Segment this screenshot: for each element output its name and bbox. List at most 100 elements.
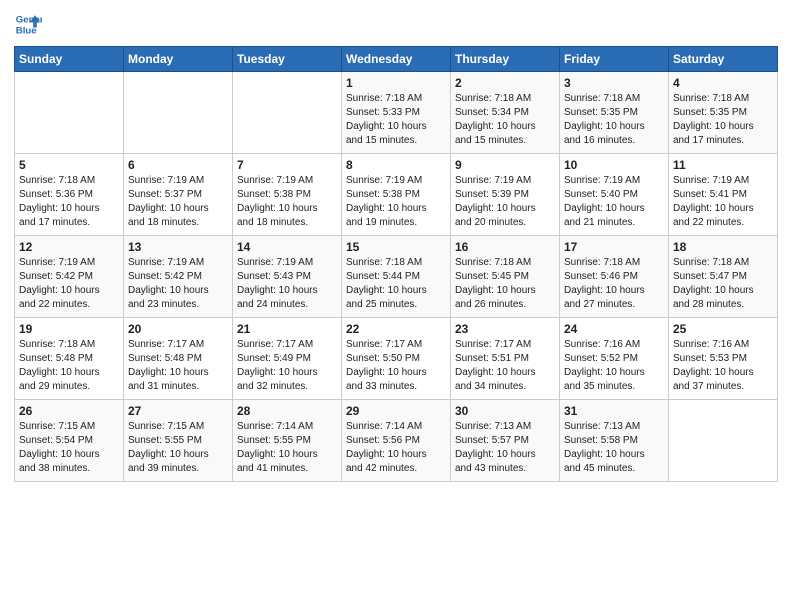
cell-info: Sunrise: 7:18 AM Sunset: 5:36 PM Dayligh… [19, 174, 119, 230]
calendar-cell: 18 Sunrise: 7:18 AM Sunset: 5:47 PM Dayli… [669, 236, 778, 318]
cell-info: Sunrise: 7:19 AM Sunset: 5:38 PM Dayligh… [237, 174, 337, 230]
day-number: 20 [128, 322, 228, 336]
day-number: 7 [237, 158, 337, 172]
calendar-cell: 15Sunrise: 7:18 AM Sunset: 5:44 PM Dayli… [342, 236, 451, 318]
cell-info: Sunrise: 7:14 AM Sunset: 5:55 PM Dayligh… [237, 420, 337, 476]
cell-info: Sunrise: 7:17 AM Sunset: 5:49 PM Dayligh… [237, 338, 337, 394]
weekday-header-saturday: Saturday [669, 47, 778, 72]
day-number: 12 [19, 240, 119, 254]
cell-info: Sunrise: 7:16 AM Sunset: 5:52 PM Dayligh… [564, 338, 664, 394]
day-number: 14 [237, 240, 337, 254]
week-row-5: 26 Sunrise: 7:15 AM Sunset: 5:54 PM Dayli… [15, 400, 778, 482]
calendar-cell: 20 Sunrise: 7:17 AM Sunset: 5:48 PM Dayli… [124, 318, 233, 400]
cell-info: Sunrise: 7:18 AM Sunset: 5:35 PM Dayligh… [564, 92, 664, 148]
cell-info: Sunrise: 7:19 AM Sunset: 5:43 PM Dayligh… [237, 256, 337, 312]
calendar-cell: 2 Sunrise: 7:18 AM Sunset: 5:34 PM Daylig… [451, 72, 560, 154]
calendar-cell: 17 Sunrise: 7:18 AM Sunset: 5:46 PM Dayli… [560, 236, 669, 318]
day-number: 28 [237, 404, 337, 418]
weekday-header-row: SundayMondayTuesdayWednesdayThursdayFrid… [15, 47, 778, 72]
cell-info: Sunrise: 7:19 AM Sunset: 5:37 PM Dayligh… [128, 174, 228, 230]
day-number: 26 [19, 404, 119, 418]
day-number: 19 [19, 322, 119, 336]
day-number: 29 [346, 404, 446, 418]
calendar-cell: 28 Sunrise: 7:14 AM Sunset: 5:55 PM Dayli… [233, 400, 342, 482]
cell-info: Sunrise: 7:18 AM Sunset: 5:34 PM Dayligh… [455, 92, 555, 148]
cell-info: Sunrise: 7:19 AM Sunset: 5:42 PM Dayligh… [128, 256, 228, 312]
cell-info: Sunrise: 7:17 AM Sunset: 5:51 PM Dayligh… [455, 338, 555, 394]
day-number: 3 [564, 76, 664, 90]
week-row-2: 5Sunrise: 7:18 AM Sunset: 5:36 PM Daylig… [15, 154, 778, 236]
cell-info: Sunrise: 7:18 AM Sunset: 5:47 PM Dayligh… [673, 256, 773, 312]
cell-info: Sunrise: 7:17 AM Sunset: 5:48 PM Dayligh… [128, 338, 228, 394]
day-number: 31 [564, 404, 664, 418]
day-number: 8 [346, 158, 446, 172]
calendar-cell: 12 Sunrise: 7:19 AM Sunset: 5:42 PM Dayli… [15, 236, 124, 318]
day-number: 11 [673, 158, 773, 172]
day-number: 24 [564, 322, 664, 336]
day-number: 21 [237, 322, 337, 336]
day-number: 1 [346, 76, 446, 90]
cell-info: Sunrise: 7:16 AM Sunset: 5:53 PM Dayligh… [673, 338, 773, 394]
calendar-cell: 14 Sunrise: 7:19 AM Sunset: 5:43 PM Dayli… [233, 236, 342, 318]
cell-info: Sunrise: 7:19 AM Sunset: 5:38 PM Dayligh… [346, 174, 446, 230]
weekday-header-friday: Friday [560, 47, 669, 72]
calendar-cell [233, 72, 342, 154]
calendar-cell: 4Sunrise: 7:18 AM Sunset: 5:35 PM Daylig… [669, 72, 778, 154]
calendar-cell [669, 400, 778, 482]
calendar-cell: 8 Sunrise: 7:19 AM Sunset: 5:38 PM Daylig… [342, 154, 451, 236]
calendar-cell: 24 Sunrise: 7:16 AM Sunset: 5:52 PM Dayli… [560, 318, 669, 400]
day-number: 30 [455, 404, 555, 418]
cell-info: Sunrise: 7:18 AM Sunset: 5:45 PM Dayligh… [455, 256, 555, 312]
logo-icon: General Blue [14, 10, 42, 38]
day-number: 2 [455, 76, 555, 90]
header: General Blue [14, 10, 778, 38]
cell-info: Sunrise: 7:18 AM Sunset: 5:46 PM Dayligh… [564, 256, 664, 312]
cell-info: Sunrise: 7:19 AM Sunset: 5:41 PM Dayligh… [673, 174, 773, 230]
weekday-header-sunday: Sunday [15, 47, 124, 72]
calendar-cell: 22 Sunrise: 7:17 AM Sunset: 5:50 PM Dayli… [342, 318, 451, 400]
cell-info: Sunrise: 7:18 AM Sunset: 5:48 PM Dayligh… [19, 338, 119, 394]
calendar-cell: 19 Sunrise: 7:18 AM Sunset: 5:48 PM Dayli… [15, 318, 124, 400]
cell-info: Sunrise: 7:15 AM Sunset: 5:54 PM Dayligh… [19, 420, 119, 476]
cell-info: Sunrise: 7:18 AM Sunset: 5:44 PM Dayligh… [346, 256, 446, 312]
day-number: 17 [564, 240, 664, 254]
weekday-header-wednesday: Wednesday [342, 47, 451, 72]
day-number: 13 [128, 240, 228, 254]
calendar-cell: 9 Sunrise: 7:19 AM Sunset: 5:39 PM Daylig… [451, 154, 560, 236]
calendar-cell: 27Sunrise: 7:15 AM Sunset: 5:55 PM Dayli… [124, 400, 233, 482]
calendar-cell: 5Sunrise: 7:18 AM Sunset: 5:36 PM Daylig… [15, 154, 124, 236]
calendar-cell: 16 Sunrise: 7:18 AM Sunset: 5:45 PM Dayli… [451, 236, 560, 318]
calendar-cell: 10 Sunrise: 7:19 AM Sunset: 5:40 PM Dayli… [560, 154, 669, 236]
calendar-cell: 13 Sunrise: 7:19 AM Sunset: 5:42 PM Dayli… [124, 236, 233, 318]
cell-info: Sunrise: 7:18 AM Sunset: 5:33 PM Dayligh… [346, 92, 446, 148]
calendar-cell: 25 Sunrise: 7:16 AM Sunset: 5:53 PM Dayli… [669, 318, 778, 400]
logo: General Blue [14, 10, 42, 38]
cell-info: Sunrise: 7:13 AM Sunset: 5:57 PM Dayligh… [455, 420, 555, 476]
weekday-header-thursday: Thursday [451, 47, 560, 72]
day-number: 25 [673, 322, 773, 336]
cell-info: Sunrise: 7:17 AM Sunset: 5:50 PM Dayligh… [346, 338, 446, 394]
calendar-cell: 11 Sunrise: 7:19 AM Sunset: 5:41 PM Dayli… [669, 154, 778, 236]
calendar-cell: 21 Sunrise: 7:17 AM Sunset: 5:49 PM Dayli… [233, 318, 342, 400]
calendar-cell [15, 72, 124, 154]
week-row-4: 19 Sunrise: 7:18 AM Sunset: 5:48 PM Dayli… [15, 318, 778, 400]
cell-info: Sunrise: 7:19 AM Sunset: 5:39 PM Dayligh… [455, 174, 555, 230]
day-number: 22 [346, 322, 446, 336]
calendar-cell: 31 Sunrise: 7:13 AM Sunset: 5:58 PM Dayli… [560, 400, 669, 482]
day-number: 27 [128, 404, 228, 418]
weekday-header-tuesday: Tuesday [233, 47, 342, 72]
calendar-cell: 23Sunrise: 7:17 AM Sunset: 5:51 PM Dayli… [451, 318, 560, 400]
cell-info: Sunrise: 7:19 AM Sunset: 5:40 PM Dayligh… [564, 174, 664, 230]
cell-info: Sunrise: 7:13 AM Sunset: 5:58 PM Dayligh… [564, 420, 664, 476]
cell-info: Sunrise: 7:19 AM Sunset: 5:42 PM Dayligh… [19, 256, 119, 312]
calendar-cell: 29Sunrise: 7:14 AM Sunset: 5:56 PM Dayli… [342, 400, 451, 482]
day-number: 16 [455, 240, 555, 254]
calendar-cell: 7 Sunrise: 7:19 AM Sunset: 5:38 PM Daylig… [233, 154, 342, 236]
day-number: 6 [128, 158, 228, 172]
day-number: 9 [455, 158, 555, 172]
calendar-cell: 1 Sunrise: 7:18 AM Sunset: 5:33 PM Daylig… [342, 72, 451, 154]
week-row-3: 12 Sunrise: 7:19 AM Sunset: 5:42 PM Dayli… [15, 236, 778, 318]
day-number: 10 [564, 158, 664, 172]
calendar-cell: 30 Sunrise: 7:13 AM Sunset: 5:57 PM Dayli… [451, 400, 560, 482]
day-number: 18 [673, 240, 773, 254]
